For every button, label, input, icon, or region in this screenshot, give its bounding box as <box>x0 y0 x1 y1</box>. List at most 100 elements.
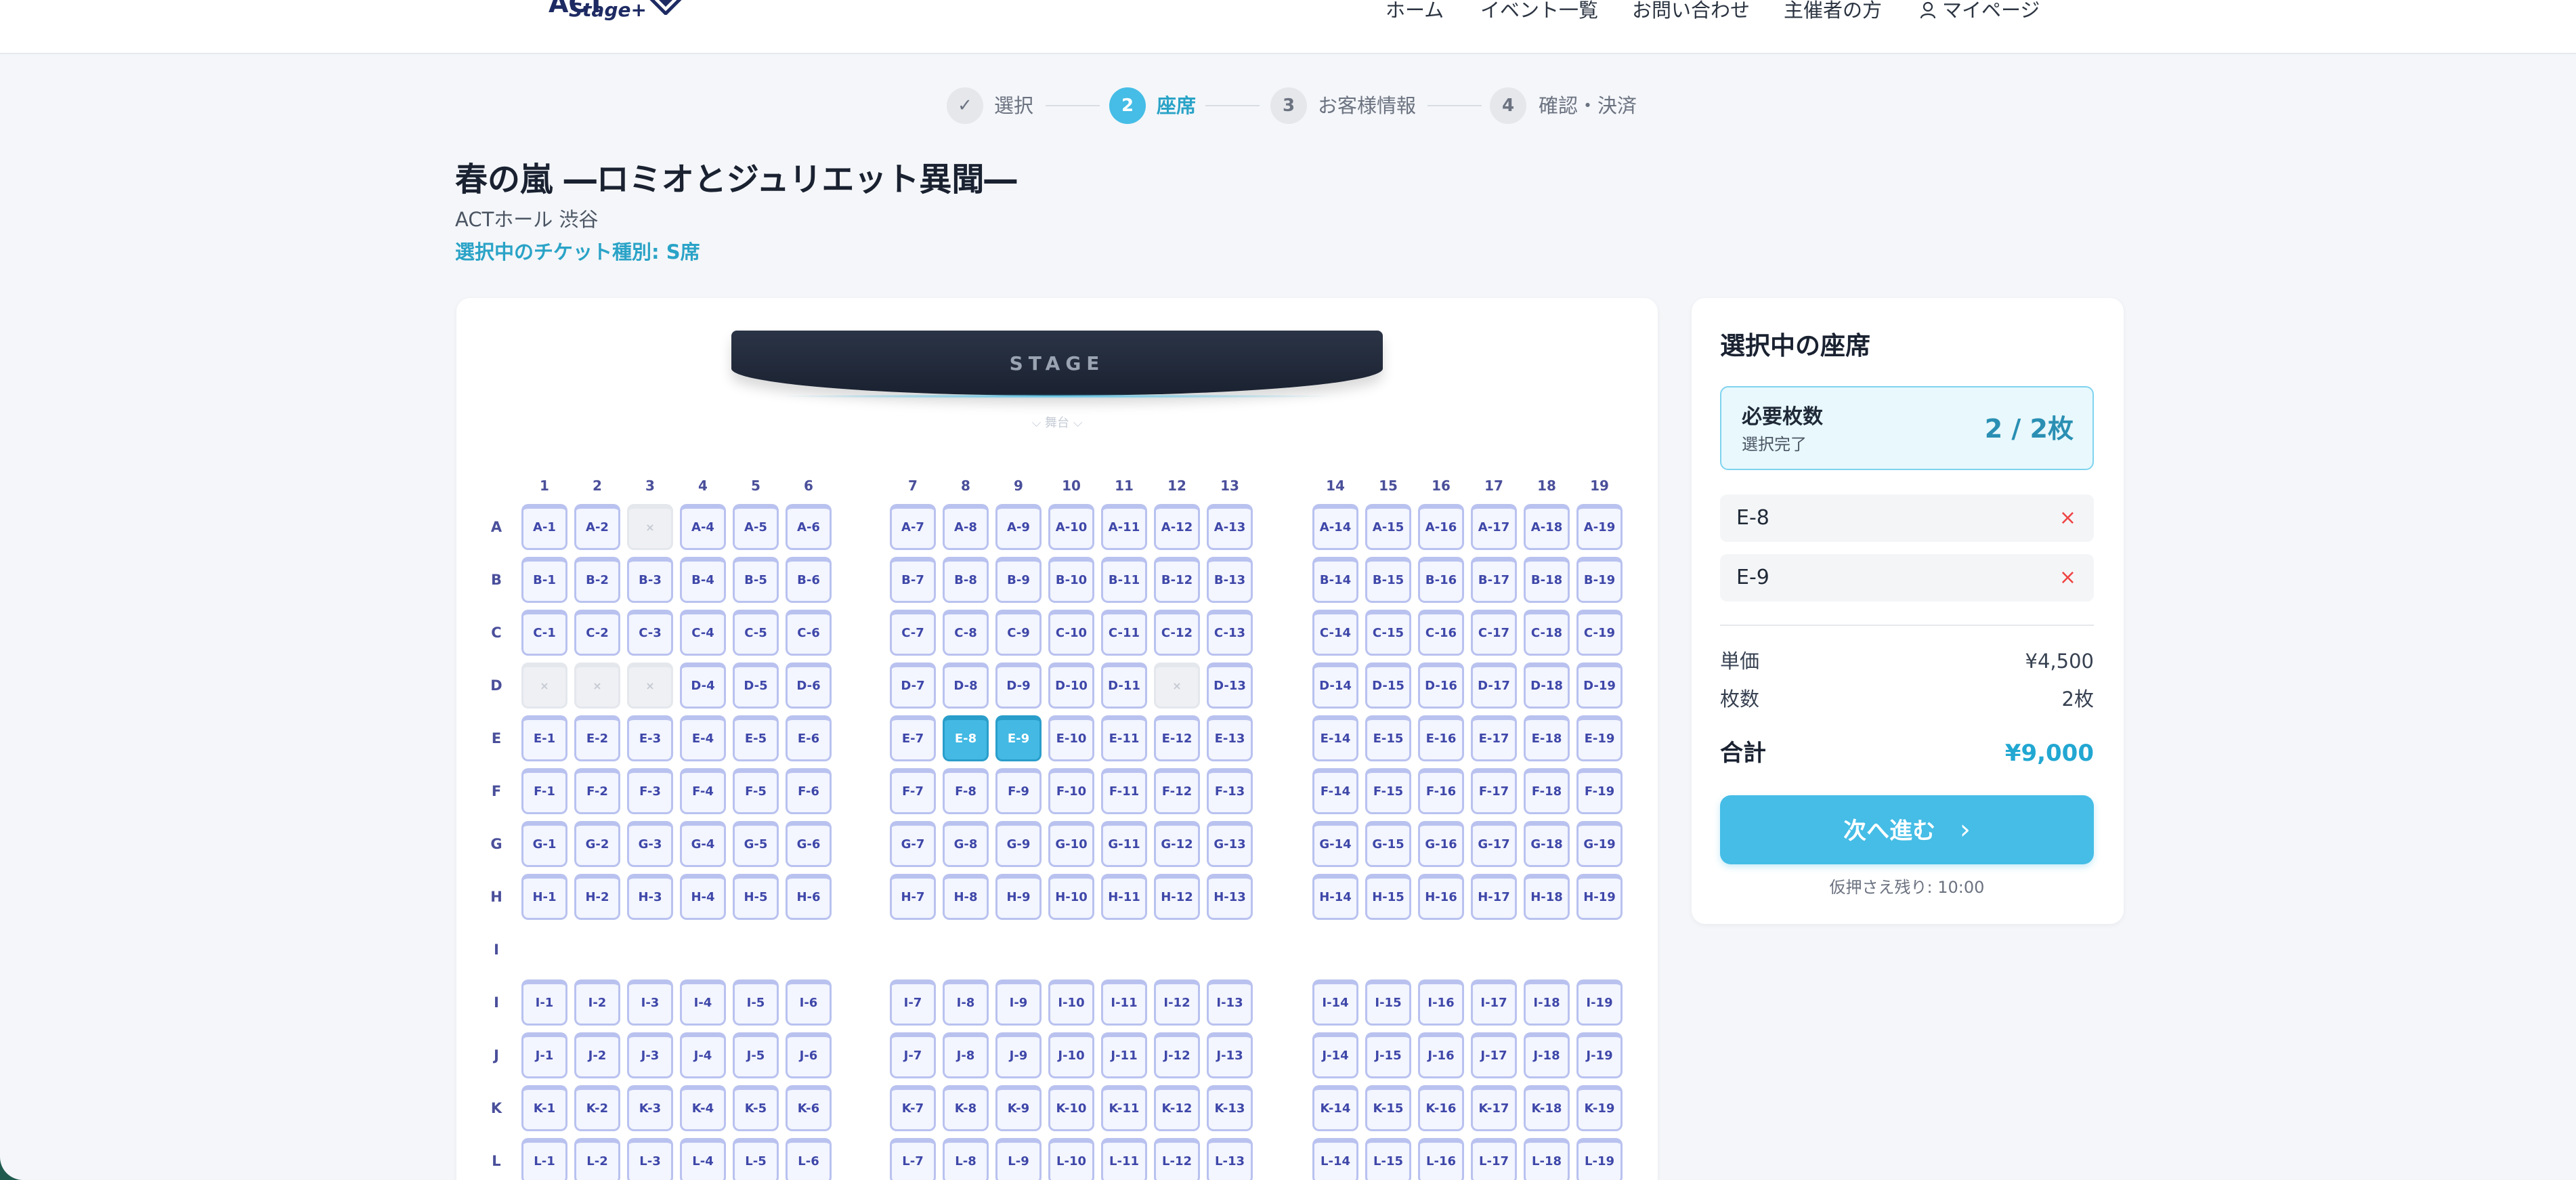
seat[interactable]: C-10 <box>1048 610 1094 656</box>
seat[interactable]: L-2 <box>574 1138 620 1180</box>
seat[interactable]: K-7 <box>890 1085 936 1131</box>
seat[interactable]: G-12 <box>1154 821 1200 867</box>
seat[interactable]: J-17 <box>1471 1032 1517 1078</box>
seat[interactable]: K-9 <box>995 1085 1042 1131</box>
seat[interactable]: E-8 <box>943 715 989 761</box>
seat[interactable]: A-8 <box>943 504 989 550</box>
seat[interactable]: J-18 <box>1524 1032 1570 1078</box>
seat[interactable]: L-7 <box>890 1138 936 1180</box>
seat[interactable]: L-9 <box>995 1138 1042 1180</box>
seat[interactable]: B-16 <box>1418 557 1464 603</box>
seat[interactable]: I-7 <box>890 979 936 1026</box>
seat[interactable]: D-4 <box>680 662 726 709</box>
seat[interactable]: D-16 <box>1418 662 1464 709</box>
seat[interactable]: A-18 <box>1524 504 1570 550</box>
seat[interactable]: L-15 <box>1365 1138 1411 1180</box>
seat[interactable]: A-5 <box>733 504 779 550</box>
seat[interactable]: J-4 <box>680 1032 726 1078</box>
seat[interactable]: F-15 <box>1365 768 1411 814</box>
seat[interactable]: G-18 <box>1524 821 1570 867</box>
seat[interactable]: H-13 <box>1207 874 1253 920</box>
seat[interactable]: C-1 <box>521 610 567 656</box>
seat[interactable]: G-8 <box>943 821 989 867</box>
seat[interactable]: B-1 <box>521 557 567 603</box>
seat[interactable]: G-5 <box>733 821 779 867</box>
seat[interactable]: B-3 <box>627 557 673 603</box>
seat[interactable]: I-12 <box>1154 979 1200 1026</box>
seat[interactable]: E-3 <box>627 715 673 761</box>
seat[interactable]: A-7 <box>890 504 936 550</box>
seat[interactable]: L-5 <box>733 1138 779 1180</box>
seat[interactable]: G-17 <box>1471 821 1517 867</box>
seat[interactable]: E-19 <box>1576 715 1623 761</box>
seat[interactable]: I-15 <box>1365 979 1411 1026</box>
seat[interactable]: G-6 <box>786 821 832 867</box>
seat[interactable]: C-7 <box>890 610 936 656</box>
seat[interactable]: K-8 <box>943 1085 989 1131</box>
seat[interactable]: J-14 <box>1312 1032 1358 1078</box>
seat[interactable]: K-5 <box>733 1085 779 1131</box>
seat[interactable]: I-14 <box>1312 979 1358 1026</box>
seat[interactable]: B-6 <box>786 557 832 603</box>
seat[interactable]: L-10 <box>1048 1138 1094 1180</box>
seat[interactable]: F-7 <box>890 768 936 814</box>
seat[interactable]: B-7 <box>890 557 936 603</box>
seat[interactable]: B-18 <box>1524 557 1570 603</box>
seat[interactable]: H-2 <box>574 874 620 920</box>
seat[interactable]: F-8 <box>943 768 989 814</box>
seat[interactable]: H-1 <box>521 874 567 920</box>
seat[interactable]: K-14 <box>1312 1085 1358 1131</box>
seat[interactable]: G-2 <box>574 821 620 867</box>
seat[interactable]: J-12 <box>1154 1032 1200 1078</box>
seat[interactable]: C-4 <box>680 610 726 656</box>
seat[interactable]: J-1 <box>521 1032 567 1078</box>
seat[interactable]: H-3 <box>627 874 673 920</box>
seat[interactable]: K-12 <box>1154 1085 1200 1131</box>
seat[interactable]: I-5 <box>733 979 779 1026</box>
seat[interactable]: A-4 <box>680 504 726 550</box>
remove-seat-icon[interactable]: × <box>2059 554 2076 602</box>
seat[interactable]: H-12 <box>1154 874 1200 920</box>
seat[interactable]: K-6 <box>786 1085 832 1131</box>
seat[interactable]: L-1 <box>521 1138 567 1180</box>
seat[interactable]: D-11 <box>1101 662 1147 709</box>
seat[interactable]: K-15 <box>1365 1085 1411 1131</box>
seat[interactable]: H-7 <box>890 874 936 920</box>
seat[interactable]: B-14 <box>1312 557 1358 603</box>
seat[interactable]: H-10 <box>1048 874 1094 920</box>
seat[interactable]: A-2 <box>574 504 620 550</box>
seat[interactable]: L-14 <box>1312 1138 1358 1180</box>
seat[interactable]: G-10 <box>1048 821 1094 867</box>
seat[interactable]: E-1 <box>521 715 567 761</box>
seat[interactable]: I-3 <box>627 979 673 1026</box>
seat[interactable]: F-10 <box>1048 768 1094 814</box>
seat[interactable]: E-9 <box>995 715 1042 761</box>
seat[interactable]: I-13 <box>1207 979 1253 1026</box>
seat[interactable]: J-16 <box>1418 1032 1464 1078</box>
seat[interactable]: E-4 <box>680 715 726 761</box>
seat[interactable]: B-5 <box>733 557 779 603</box>
seat[interactable]: D-13 <box>1207 662 1253 709</box>
seat[interactable]: A-17 <box>1471 504 1517 550</box>
seat[interactable]: H-18 <box>1524 874 1570 920</box>
seat[interactable]: E-13 <box>1207 715 1253 761</box>
seat[interactable]: L-11 <box>1101 1138 1147 1180</box>
seat[interactable]: J-13 <box>1207 1032 1253 1078</box>
nav-organizer[interactable]: 主催者の方 <box>1784 0 1882 20</box>
seat[interactable]: H-5 <box>733 874 779 920</box>
seat[interactable]: F-1 <box>521 768 567 814</box>
seat[interactable]: I-18 <box>1524 979 1570 1026</box>
seat[interactable]: C-11 <box>1101 610 1147 656</box>
seat[interactable]: E-5 <box>733 715 779 761</box>
seat[interactable]: L-6 <box>786 1138 832 1180</box>
seat[interactable]: A-15 <box>1365 504 1411 550</box>
seat[interactable]: G-15 <box>1365 821 1411 867</box>
seat[interactable]: K-3 <box>627 1085 673 1131</box>
seat[interactable]: C-3 <box>627 610 673 656</box>
seat[interactable]: K-18 <box>1524 1085 1570 1131</box>
seat[interactable]: F-12 <box>1154 768 1200 814</box>
seat[interactable]: H-19 <box>1576 874 1623 920</box>
remove-seat-icon[interactable]: × <box>2059 494 2076 542</box>
seat[interactable]: D-8 <box>943 662 989 709</box>
seat[interactable]: G-14 <box>1312 821 1358 867</box>
